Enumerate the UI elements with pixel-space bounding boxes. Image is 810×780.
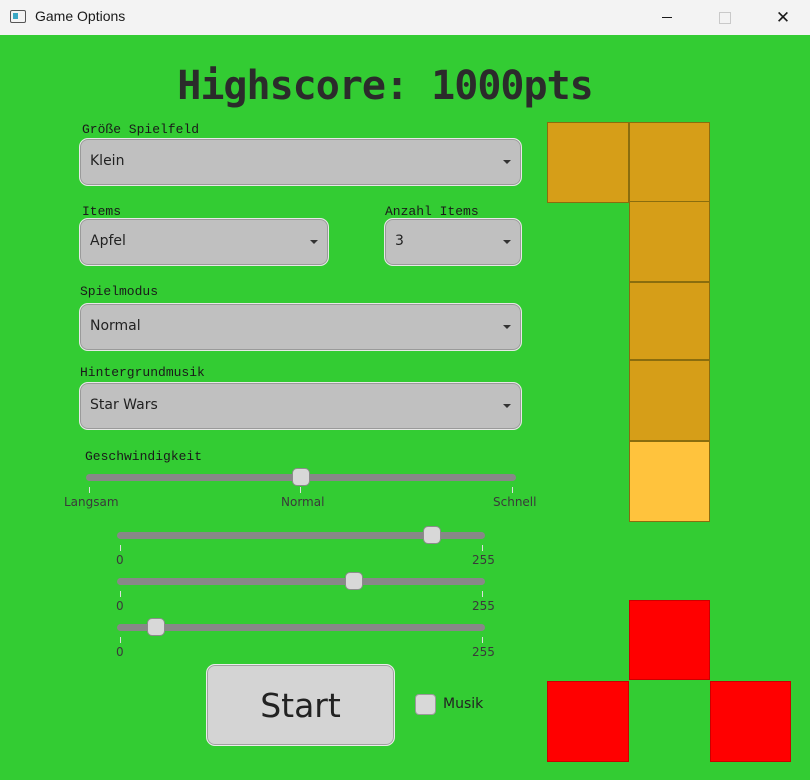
chevron-down-icon: [503, 240, 511, 244]
speed-tick: [89, 487, 90, 493]
background-music-value: Star Wars: [90, 397, 158, 413]
chevron-down-icon: [503, 325, 511, 329]
color-slider-2-min: 0: [116, 599, 124, 613]
app-icon: [10, 10, 26, 23]
game-mode-label: Spielmodus: [80, 284, 159, 299]
field-size-value: Klein: [90, 153, 125, 169]
snake-preview-segment: [629, 282, 710, 360]
background-music-dropdown[interactable]: Star Wars: [79, 382, 522, 430]
music-checkbox-label[interactable]: Musik: [443, 696, 483, 712]
color-slider-1-thumb[interactable]: [422, 526, 441, 544]
speed-tick: [300, 487, 301, 493]
chevron-down-icon: [310, 240, 318, 244]
color-slider-3-min: 0: [116, 645, 124, 659]
obstacle-preview-block: [710, 681, 791, 762]
snake-preview-head: [629, 441, 710, 522]
snake-preview-segment: [629, 122, 710, 203]
item-count-dropdown[interactable]: 3: [384, 218, 522, 266]
minimize-button[interactable]: [638, 0, 696, 35]
close-icon: ✕: [775, 7, 791, 28]
chevron-down-icon: [503, 404, 511, 408]
color-slider-tick: [482, 591, 483, 597]
highscore-title: Highscore: 1000pts: [177, 63, 593, 109]
minimize-icon: [662, 17, 672, 18]
speed-min-label: Langsam: [64, 495, 119, 509]
color-slider-tick: [482, 637, 483, 643]
obstacle-preview-block: [629, 600, 710, 680]
game-mode-dropdown[interactable]: Normal: [79, 303, 522, 351]
snake-preview-segment: [629, 360, 710, 441]
speed-max-label: Schnell: [493, 495, 537, 509]
maximize-button[interactable]: [696, 0, 754, 35]
start-button[interactable]: Start: [206, 664, 395, 746]
snake-preview-segment: [547, 122, 629, 203]
window-title: Game Options: [35, 8, 126, 24]
speed-mid-label: Normal: [281, 495, 325, 509]
color-slider-3-thumb[interactable]: [147, 618, 166, 636]
speed-slider-thumb[interactable]: [292, 468, 310, 486]
color-slider-tick: [120, 545, 121, 551]
music-checkbox[interactable]: [415, 694, 436, 715]
game-mode-value: Normal: [90, 318, 141, 334]
color-slider-2-thumb[interactable]: [344, 572, 363, 590]
snake-preview-segment: [629, 201, 710, 282]
color-slider-1-max: 255: [472, 553, 495, 567]
maximize-icon: [719, 11, 731, 24]
color-slider-2-max: 255: [472, 599, 495, 613]
color-slider-2-track[interactable]: [117, 578, 485, 585]
items-dropdown[interactable]: Apfel: [79, 218, 329, 266]
speed-label: Geschwindigkeit: [85, 449, 203, 464]
color-slider-tick: [120, 637, 121, 643]
color-slider-3-max: 255: [472, 645, 495, 659]
items-label: Items: [82, 204, 122, 219]
color-slider-tick: [482, 545, 483, 551]
field-size-label: Größe Spielfeld: [82, 122, 200, 137]
color-slider-tick: [120, 591, 121, 597]
color-slider-3-track[interactable]: [117, 624, 485, 631]
background-music-label: Hintergrundmusik: [80, 365, 205, 380]
speed-tick: [512, 487, 513, 493]
chevron-down-icon: [503, 160, 511, 164]
obstacle-preview-block: [547, 681, 629, 762]
items-value: Apfel: [90, 233, 126, 249]
item-count-value: 3: [395, 233, 404, 249]
window-title-bar: Game Options ✕: [0, 0, 810, 35]
close-button[interactable]: ✕: [754, 0, 810, 35]
options-panel: Highscore: 1000pts Größe Spielfeld Klein…: [0, 35, 810, 780]
item-count-label: Anzahl Items: [385, 204, 479, 219]
field-size-dropdown[interactable]: Klein: [79, 138, 522, 186]
color-slider-1-min: 0: [116, 553, 124, 567]
